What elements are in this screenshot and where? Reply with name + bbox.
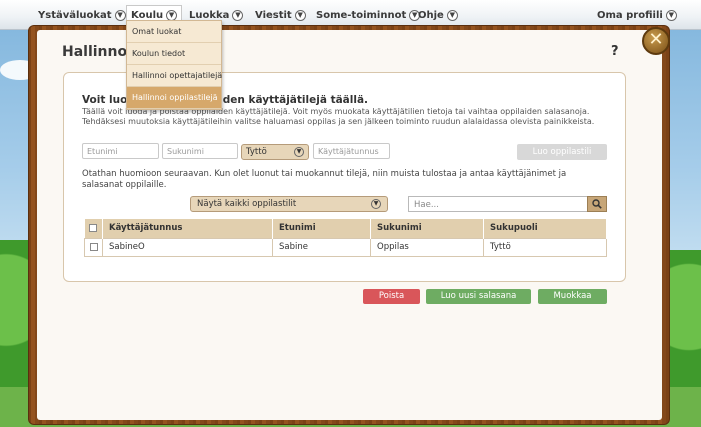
nav-label: Ohje: [418, 9, 444, 21]
nav-label: Oma profiili: [597, 9, 663, 21]
column-header-firstname[interactable]: Etunimi: [272, 219, 371, 238]
firstname-field[interactable]: Etunimi: [82, 143, 159, 159]
chevron-down-icon: ▼: [114, 9, 126, 21]
gender-value: Tyttö: [246, 147, 267, 157]
lastname-field[interactable]: Sukunimi: [162, 143, 238, 159]
filter-select[interactable]: Näytä kaikki oppilastilit ▼: [190, 196, 388, 212]
nav-label: Viestit: [255, 9, 292, 21]
nav-item-ohje[interactable]: Ohje ▼: [418, 7, 458, 23]
help-icon[interactable]: ?: [611, 44, 619, 59]
nav-label: Ystäväluokat: [38, 9, 112, 21]
new-password-button[interactable]: Luo uusi salasana: [426, 289, 531, 304]
search-icon: [592, 199, 602, 209]
column-header-username[interactable]: Käyttäjätunnus: [102, 219, 273, 238]
delete-button[interactable]: Poista: [363, 289, 420, 304]
students-table: Käyttäjätunnus Etunimi Sukunimi Sukupuol…: [84, 219, 607, 257]
menu-item-omat-luokat[interactable]: Omat luokat: [127, 21, 221, 43]
filter-value: Näytä kaikki oppilastilit: [197, 199, 297, 209]
cell-username: SabineO: [102, 237, 273, 257]
chevron-down-icon: ▼: [371, 199, 381, 209]
chevron-down-icon: ▼: [294, 9, 306, 21]
chevron-down-icon: ▼: [446, 9, 458, 21]
koulu-dropdown-menu: Omat luokat Koulun tiedot Hallinnoi opet…: [126, 20, 222, 110]
cell-firstname: Sabine: [272, 237, 371, 257]
chevron-down-icon: ▼: [665, 9, 677, 21]
create-student-button[interactable]: Luo oppilastili: [517, 144, 607, 160]
nav-item-ystavaluokat[interactable]: Ystäväluokat ▼: [38, 7, 126, 23]
menu-item-hallinnoi-opettajatileja[interactable]: Hallinnoi opettajatilejä: [127, 65, 222, 87]
cell-gender: Tyttö: [483, 237, 607, 257]
section-headline: Voit luod ilaiden käyttäjätilejä täällä.: [82, 94, 368, 106]
desc-line2: Tehdäksesi muutoksia käyttäjätileihin va…: [82, 117, 595, 126]
chevron-down-icon: ▼: [232, 9, 244, 21]
menu-item-koulun-tiedot[interactable]: Koulun tiedot: [127, 43, 221, 65]
edit-button[interactable]: Muokkaa: [538, 289, 607, 304]
close-button[interactable]: ✕: [642, 27, 670, 55]
nav-label: Some-toiminnot: [316, 9, 407, 21]
column-header-lastname[interactable]: Sukunimi: [370, 219, 484, 238]
note-text: Otathan huomioon seuraavan. Kun olet luo…: [82, 169, 567, 190]
cell-lastname: Oppilas: [370, 237, 484, 257]
nav-item-viestit[interactable]: Viestit ▼: [255, 7, 306, 23]
nav-item-oma-profiili[interactable]: Oma profiili ▼: [597, 7, 677, 23]
gender-select[interactable]: Tyttö ▼: [241, 144, 309, 160]
select-all-checkbox[interactable]: [89, 223, 98, 232]
search-button[interactable]: [587, 196, 607, 212]
row-select-cell: [84, 237, 103, 257]
search-input[interactable]: Hae...: [408, 196, 588, 212]
table-header-row: Käyttäjätunnus Etunimi Sukunimi Sukupuol…: [84, 219, 607, 238]
nav-item-some-toiminnot[interactable]: Some-toiminnot ▼: [316, 7, 421, 23]
desc-line1-end: ppilaiden käyttäjätilejä. Voit myös muok…: [196, 107, 590, 116]
select-all-cell: [84, 219, 103, 238]
description-text: Täällä voit luoda ja poistaa oppilaiden …: [82, 107, 612, 127]
username-field[interactable]: Käyttäjätunnus: [313, 143, 390, 159]
menu-item-hallinnoi-oppilastileja[interactable]: Hallinnoi oppilastilejä: [127, 87, 221, 109]
row-checkbox[interactable]: [89, 242, 98, 251]
chevron-down-icon: ▼: [294, 147, 304, 157]
table-row[interactable]: SabineO Sabine Oppilas Tyttö: [84, 237, 607, 257]
column-header-gender[interactable]: Sukupuoli: [483, 219, 607, 238]
nav-label: Luokka: [189, 9, 230, 21]
